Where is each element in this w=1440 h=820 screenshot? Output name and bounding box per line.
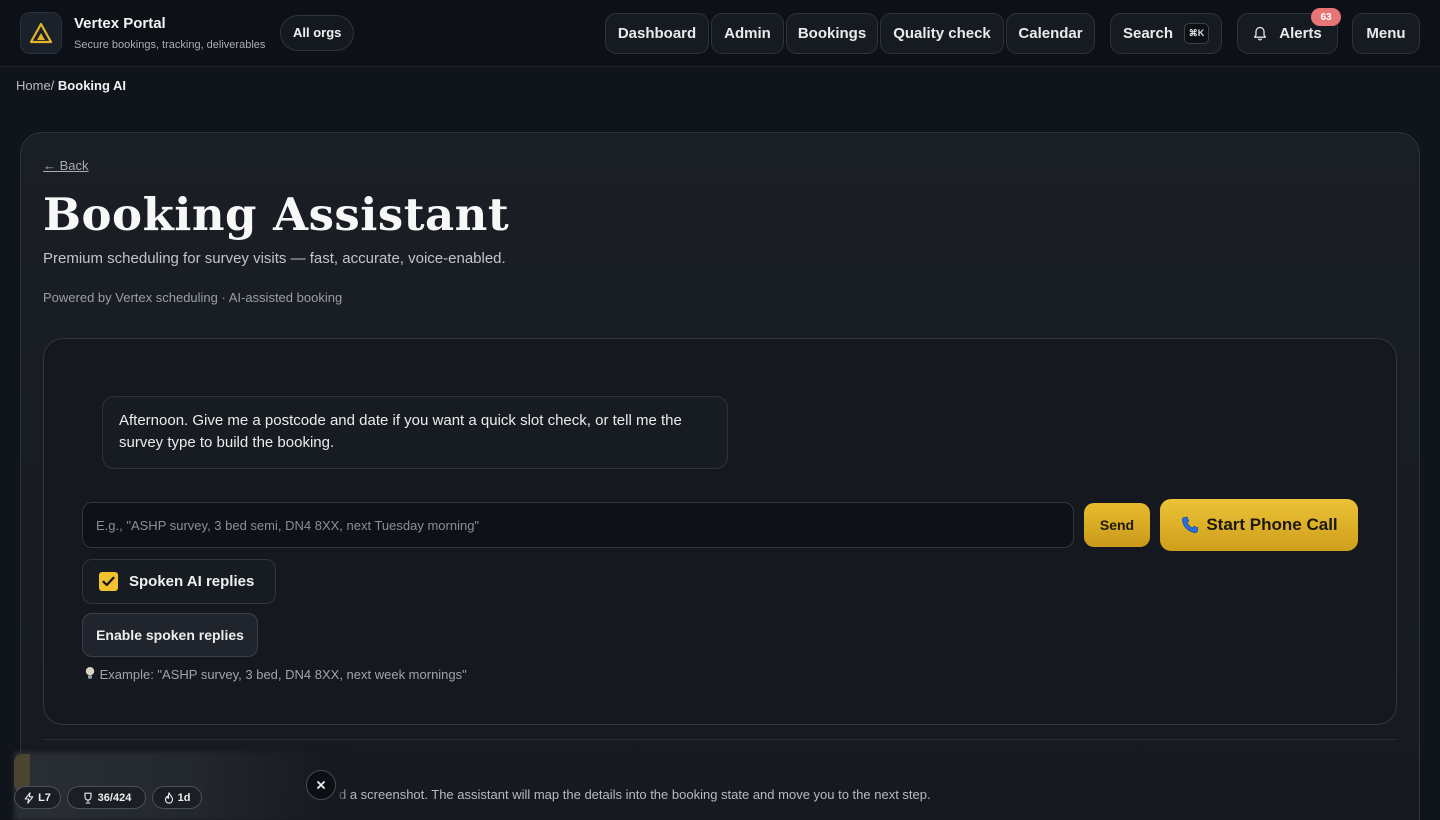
lightbulb-icon — [85, 667, 95, 679]
phone-icon — [1182, 516, 1199, 534]
nav-bookings[interactable]: Bookings — [786, 13, 878, 54]
example-text: Example: "ASHP survey, 3 bed, DN4 8XX, n… — [99, 667, 467, 682]
flame-icon — [164, 791, 173, 804]
breadcrumb-home[interactable]: Home/ — [16, 78, 54, 93]
level-value: L7 — [38, 791, 51, 804]
alerts-count-badge: 63 — [1311, 8, 1341, 26]
spoken-replies-label: Spoken AI replies — [129, 573, 255, 590]
search-shortcut: ⌘K — [1184, 23, 1210, 44]
page-title: Booking Assistant — [43, 188, 510, 241]
brand-title: Vertex Portal — [74, 15, 166, 32]
enable-spoken-replies-button[interactable]: Enable spoken replies — [82, 613, 258, 657]
trophy-chip[interactable]: 36/424 — [67, 786, 146, 809]
logo-icon — [29, 22, 53, 44]
trophy-icon — [84, 792, 92, 804]
menu-button[interactable]: Menu — [1352, 13, 1420, 54]
lightning-icon — [24, 791, 34, 804]
powered-by-text: Powered by Vertex scheduling · AI-assist… — [43, 290, 343, 305]
streak-chip[interactable]: 1d — [152, 786, 202, 809]
top-navbar: Vertex Portal Secure bookings, tracking,… — [0, 0, 1440, 67]
nav-calendar[interactable]: Calendar — [1006, 13, 1095, 54]
start-phone-call-button[interactable]: Start Phone Call — [1160, 499, 1358, 551]
assistant-message: Afternoon. Give me a postcode and date i… — [102, 396, 728, 469]
nav-admin[interactable]: Admin — [711, 13, 784, 54]
brand-subtitle: Secure bookings, tracking, deliverables — [74, 39, 266, 51]
breadcrumb-current: Booking AI — [57, 78, 127, 93]
trophy-value: 36/424 — [97, 791, 132, 804]
back-link[interactable]: ← Back — [43, 158, 89, 173]
nav-quality-check[interactable]: Quality check — [880, 13, 1004, 54]
close-icon — [317, 781, 325, 789]
spoken-replies-checkbox[interactable] — [99, 572, 118, 591]
chat-input[interactable] — [82, 502, 1074, 548]
start-phone-call-label: Start Phone Call — [1206, 515, 1338, 534]
upload-instructions-text: d a screenshot. The assistant will map t… — [339, 787, 931, 802]
alerts-label: Alerts — [1279, 25, 1322, 42]
search-button[interactable]: Search ⌘K — [1110, 13, 1222, 54]
search-label: Search — [1122, 25, 1174, 42]
bell-icon — [1254, 26, 1267, 41]
nav-dashboard[interactable]: Dashboard — [605, 13, 709, 54]
level-chip[interactable]: L7 — [14, 786, 61, 809]
breadcrumb: Home/ Booking AI — [16, 78, 126, 93]
streak-value: 1d — [177, 791, 191, 804]
close-gamification-button[interactable] — [306, 770, 336, 800]
page-subtitle: Premium scheduling for survey visits — f… — [43, 250, 506, 267]
org-switcher[interactable]: All orgs — [280, 15, 355, 51]
example-hint: Example: "ASHP survey, 3 bed, DN4 8XX, n… — [84, 666, 467, 682]
send-button[interactable]: Send — [1084, 503, 1150, 547]
logo[interactable] — [20, 12, 62, 54]
checkmark-icon — [102, 576, 115, 587]
section-divider — [43, 739, 1397, 740]
spoken-ai-replies-toggle[interactable]: Spoken AI replies — [82, 559, 276, 604]
